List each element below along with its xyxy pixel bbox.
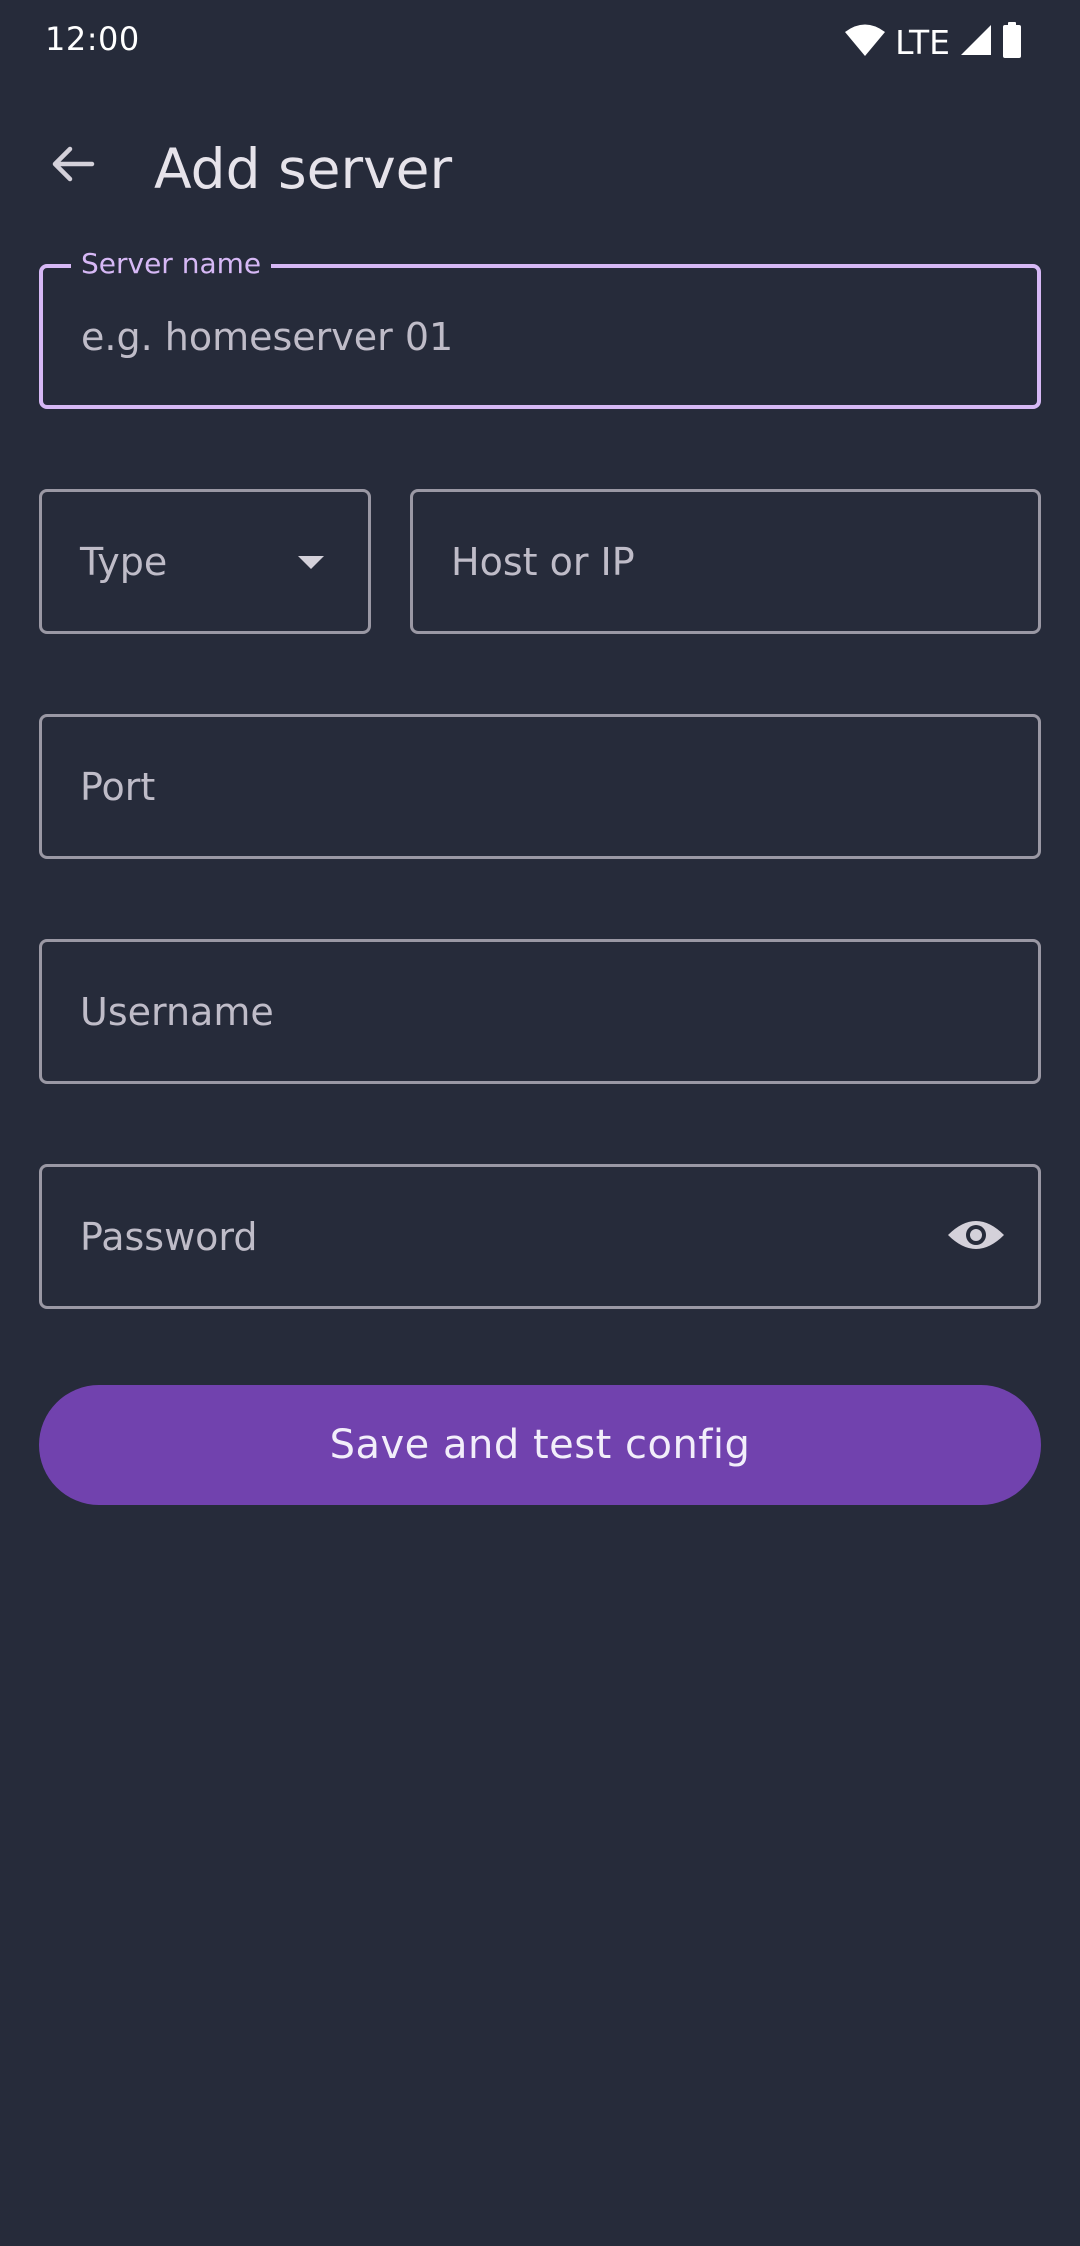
arrow-back-icon: [48, 140, 96, 192]
eye-icon: [946, 1215, 1006, 1259]
type-placeholder: Type: [80, 539, 168, 584]
host-field[interactable]: [410, 489, 1041, 634]
username-input[interactable]: [42, 942, 1038, 1081]
battery-icon: [1002, 22, 1022, 62]
password-input[interactable]: [42, 1167, 1038, 1306]
username-field[interactable]: [39, 939, 1041, 1084]
host-input[interactable]: [413, 492, 1038, 631]
add-server-screen: 12:00 LTE Add server Server name e.g. ho…: [0, 0, 1080, 2246]
back-button[interactable]: [36, 130, 108, 202]
password-field[interactable]: [39, 1164, 1041, 1309]
page-title: Add server: [154, 137, 453, 201]
network-type: LTE: [895, 22, 950, 62]
wifi-icon: [845, 23, 886, 61]
port-field[interactable]: [39, 714, 1041, 859]
dropdown-arrow-icon: [298, 555, 324, 569]
port-input[interactable]: [42, 717, 1038, 856]
type-dropdown[interactable]: Type: [39, 489, 371, 634]
save-and-test-button[interactable]: Save and test config: [39, 1385, 1041, 1505]
status-bar: 12:00 LTE: [0, 0, 1080, 84]
server-name-input[interactable]: [43, 268, 1037, 405]
signal-icon: [960, 24, 992, 60]
toggle-password-visibility-button[interactable]: [942, 1203, 1010, 1271]
app-bar: Add server: [0, 105, 1080, 235]
status-time: 12:00: [45, 20, 140, 58]
status-icons: LTE: [845, 22, 1022, 62]
server-name-field[interactable]: Server name: [39, 248, 1041, 409]
